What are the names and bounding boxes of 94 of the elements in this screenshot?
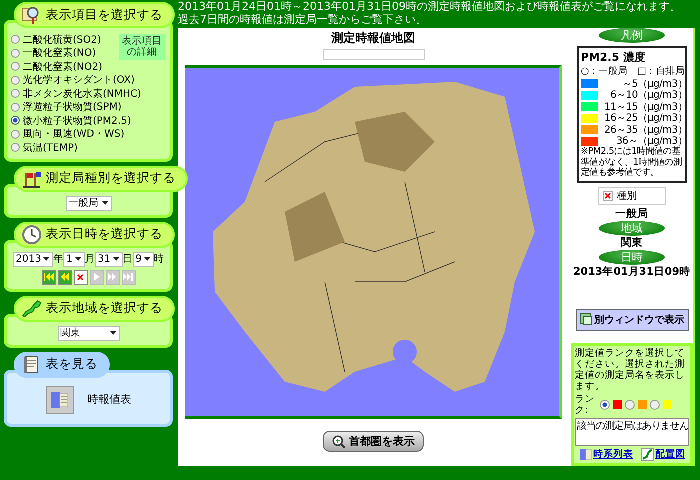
caret-icon: [144, 256, 151, 262]
unit-label: （μg/m3）: [638, 90, 688, 102]
radio-button[interactable]: [11, 102, 20, 112]
table-icon: [578, 448, 592, 461]
unit-label: （μg/m3）: [638, 124, 688, 136]
skip-last-icon: [123, 272, 134, 282]
close-icon: [603, 190, 613, 200]
unit-label: 日: [122, 253, 133, 266]
radio-button[interactable]: [11, 143, 20, 152]
hourly-table-link[interactable]: 時報値表: [88, 392, 132, 407]
legend-heading: 凡例: [599, 28, 665, 43]
radio-option[interactable]: 二酸化硫黄(SO2): [11, 33, 102, 46]
region-select[interactable]: 関東: [58, 326, 120, 340]
date-select[interactable]: 31: [94, 252, 123, 266]
radio-option[interactable]: 浮遊粒子状物質(SPM): [11, 100, 122, 114]
range-label: 6～10: [610, 89, 638, 102]
rank-radio[interactable]: [650, 400, 660, 410]
table-icon[interactable]: [46, 386, 74, 414]
radio-button[interactable]: [11, 62, 20, 72]
unit-label: 年: [53, 253, 64, 266]
region-heading: 地域: [599, 220, 665, 236]
caret-icon: [110, 330, 116, 336]
panel-header: 表示項目を選択する: [14, 2, 175, 28]
radio-button[interactable]: [11, 89, 20, 98]
skip-first-button[interactable]: [42, 270, 56, 284]
unit-label: （μg/m3）: [638, 136, 688, 148]
zoom-icon: [332, 434, 346, 448]
radio-button[interactable]: [11, 76, 20, 85]
search-field[interactable]: [322, 49, 424, 60]
panel-header: 表を見る: [14, 352, 110, 378]
rank-radio[interactable]: [625, 400, 635, 410]
date-select[interactable]: 1: [63, 252, 85, 266]
window-icon: [580, 313, 592, 326]
map-title: 測定時報値地図: [332, 30, 416, 47]
play-icon: [91, 272, 102, 282]
japan-map-icon: [22, 298, 42, 318]
radio-option[interactable]: 風向・風速(WD・WS): [11, 128, 125, 141]
caret-icon: [102, 200, 108, 206]
caret-icon: [74, 256, 82, 262]
skip-first-icon: [43, 272, 54, 282]
legend-title: PM2.5 濃度: [581, 50, 646, 65]
rewind-icon: [59, 272, 70, 282]
caret-icon: [43, 256, 50, 262]
unit-label: （μg/m3）: [638, 112, 688, 126]
date-select[interactable]: 9: [132, 252, 154, 266]
station-result-text: 該当の測定局はありません: [575, 418, 689, 446]
station-kind-key: ○：一般局 □：自排局: [581, 65, 683, 78]
radio-button[interactable]: [11, 48, 20, 58]
radio-option[interactable]: 気温(TEMP): [11, 141, 78, 154]
header-text: 過去7日間の時報値は測定局一覧からご覧下さい。: [178, 14, 428, 26]
radio-button[interactable]: [11, 35, 20, 44]
panel-header: 測定局種別を選択する: [14, 166, 188, 192]
radio-option[interactable]: 二酸化窒素(NO2): [11, 60, 103, 74]
radio-button[interactable]: [11, 130, 20, 139]
fast-forward-icon: [107, 272, 118, 282]
header-text: 2013年01月24日01時～2013年01月31日09時の測定時報値地図および時報値表がご覧になれます。: [178, 1, 682, 14]
radio-option[interactable]: 微小粒子状物質(PM2.5): [11, 114, 132, 128]
layout-map-link[interactable]: 配置図: [640, 448, 686, 461]
date-select[interactable]: 2013: [13, 252, 54, 266]
chart-icon: [640, 448, 654, 461]
unit-label: 月: [84, 253, 95, 266]
range-label: 16～25: [604, 112, 638, 126]
datetime-heading: 日時: [599, 250, 665, 264]
range-label: 36～: [615, 135, 638, 148]
rank-radio[interactable]: [600, 400, 610, 410]
station-type-select[interactable]: 一般局: [66, 196, 112, 210]
unit-label: 時: [154, 252, 164, 266]
radio-button[interactable]: [11, 116, 20, 126]
radio-option[interactable]: 非メタン炭化水素(NMHC): [11, 87, 142, 100]
region-value: 関東: [621, 236, 643, 250]
stop-button[interactable]: [74, 270, 88, 284]
time-series-link[interactable]: 時系列表: [578, 448, 634, 461]
range-label: ～5: [621, 78, 638, 90]
range-label: 26～35: [604, 124, 638, 136]
datetime-value: 2013年01月31日09時: [573, 264, 691, 278]
new-window-button[interactable]: 別ウィンドウで表示: [576, 308, 688, 330]
rank-instruction: 測定値ランクを選択してください。選択された測定値の測定局名を表示します。: [575, 348, 686, 392]
stop-icon: [75, 272, 86, 282]
zoom-capital-button[interactable]: 首都圏を表示: [323, 431, 424, 452]
kind-toggle[interactable]: 種別: [598, 186, 666, 204]
rank-label: ランク:: [575, 394, 596, 416]
range-label: 11～15: [604, 100, 638, 114]
caret-icon: [112, 256, 120, 262]
clock-icon: [22, 224, 42, 244]
panel-header: 表示地域を選択する: [14, 296, 175, 322]
detail-tooltip[interactable]: 表示項目の詳細: [119, 34, 165, 60]
unit-label: （μg/m3）: [638, 100, 688, 114]
panel-header: 表示日時を選択する: [14, 222, 175, 248]
legend-note: ※PM2.5には1時間値の基準値がなく、1時間値の測定値も参考値です。: [581, 147, 683, 178]
station-type-value: 一般局: [616, 206, 648, 220]
rewind-button[interactable]: [58, 270, 72, 284]
radio-option[interactable]: 一酸化窒素(NO): [11, 46, 96, 60]
unit-label: （μg/m3）: [638, 78, 688, 90]
radio-option[interactable]: 光化学オキシダント(OX): [11, 74, 135, 87]
